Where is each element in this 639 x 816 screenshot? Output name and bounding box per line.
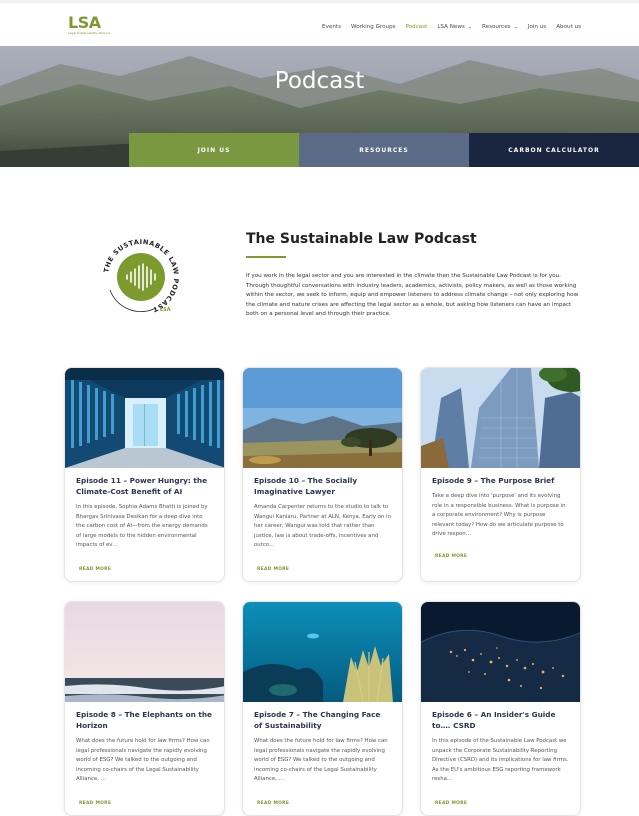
- nav-item-label: LSA News: [437, 24, 465, 30]
- episode-card[interactable]: Episode 11 – Power Hungry: the Climate-C…: [64, 367, 225, 582]
- chevron-down-icon: ⌄: [467, 24, 473, 30]
- episode-excerpt: What does the future hold for law firms?…: [254, 738, 388, 782]
- episode-card[interactable]: Episode 8 – The Elephants on the Horizon…: [64, 601, 225, 816]
- nav-item-lsa-news[interactable]: LSA News ⌄: [437, 24, 472, 30]
- page-title: Podcast: [274, 68, 365, 94]
- episode-image: [243, 368, 402, 468]
- badge-lsa-logo: LSA: [160, 307, 171, 313]
- episode-excerpt: In this episode, Sophia Adams Bhatti is …: [76, 504, 208, 548]
- episode-title[interactable]: Episode 7 – The Changing Face of Sustain…: [254, 709, 391, 731]
- chevron-down-icon: ⌄: [513, 24, 518, 30]
- episode-excerpt: Amanda Carpenter returns to the studio t…: [254, 504, 391, 548]
- podcast-description: If you work in the legal sector and you …: [246, 273, 579, 318]
- nav-item-events[interactable]: Events: [322, 24, 341, 30]
- episode-title[interactable]: Episode 9 – The Purpose Brief: [432, 475, 569, 486]
- podcast-logo-icon: THE SUSTAINABLE LAW PODCAST LSA: [102, 238, 180, 315]
- podcast-badge: THE SUSTAINABLE LAW PODCAST LSA: [100, 236, 182, 318]
- podcast-heading: The Sustainable Law Podcast: [246, 231, 477, 247]
- logo-text: LSA: [68, 13, 101, 32]
- read-more-link[interactable]: READ MORE: [435, 801, 467, 806]
- episode-image: [65, 368, 224, 468]
- episode-image: [421, 602, 580, 702]
- episode-card[interactable]: Episode 6 – An Insider's Guide to…. CSRD…: [420, 601, 581, 816]
- episode-image: [65, 602, 224, 702]
- nav-item-about-us[interactable]: About us: [556, 24, 581, 30]
- read-more-link[interactable]: READ MORE: [79, 801, 111, 806]
- episode-title[interactable]: Episode 6 – An Insider's Guide to…. CSRD: [432, 709, 569, 731]
- episode-title[interactable]: Episode 10 – The Socially Imaginative La…: [254, 475, 391, 497]
- join-us-tab[interactable]: JOIN US: [129, 133, 299, 167]
- read-more-link[interactable]: READ MORE: [79, 567, 111, 572]
- episode-image: [421, 368, 580, 468]
- nav-item-label: About us: [556, 24, 581, 30]
- site-header: LSA Legal Sustainability Alliance Events…: [0, 0, 639, 46]
- episode-card[interactable]: Episode 9 – The Purpose Brief Take a dee…: [420, 367, 581, 582]
- heading-divider: [246, 256, 286, 258]
- read-more-link[interactable]: READ MORE: [257, 801, 289, 806]
- resources-tab[interactable]: RESOURCES: [299, 133, 469, 167]
- episode-image: [243, 602, 402, 702]
- episode-card[interactable]: Episode 7 – The Changing Face of Sustain…: [242, 601, 403, 816]
- read-more-link[interactable]: READ MORE: [257, 567, 289, 572]
- logo-subtext: Legal Sustainability Alliance: [68, 31, 111, 35]
- main-nav: Events Working Groups Podcast LSA News ⌄ …: [312, 24, 581, 30]
- lsa-logo[interactable]: LSA Legal Sustainability Alliance: [68, 13, 111, 37]
- episode-excerpt: In this episode of the Sustainable Law P…: [432, 738, 569, 782]
- nav-item-podcast[interactable]: Podcast: [406, 24, 428, 30]
- nav-item-working-groups[interactable]: Working Groups: [351, 24, 396, 30]
- episode-title[interactable]: Episode 11 – Power Hungry: the Climate-C…: [76, 475, 213, 497]
- carbon-calculator-tab[interactable]: CARBON CALCULATOR: [469, 133, 639, 167]
- quick-links-bar: JOIN US RESOURCES CARBON CALCULATOR: [129, 133, 639, 167]
- episode-excerpt: Take a deep dive into 'purpose' and its …: [432, 493, 566, 537]
- nav-item-join-us[interactable]: Join us: [528, 24, 546, 30]
- nav-item-label: Working Groups: [351, 24, 396, 30]
- read-more-link[interactable]: READ MORE: [435, 554, 467, 559]
- nav-item-label: Resources: [482, 24, 511, 30]
- nav-item-label: Events: [322, 24, 341, 30]
- nav-item-label: Join us: [527, 24, 547, 30]
- nav-item-label: Podcast: [405, 24, 428, 30]
- nav-item-resources[interactable]: Resources ⌄: [482, 24, 518, 30]
- episode-excerpt: What does the future hold for law firms?…: [76, 738, 210, 782]
- episode-card[interactable]: Episode 10 – The Socially Imaginative La…: [242, 367, 403, 582]
- episode-title[interactable]: Episode 8 – The Elephants on the Horizon: [76, 709, 213, 731]
